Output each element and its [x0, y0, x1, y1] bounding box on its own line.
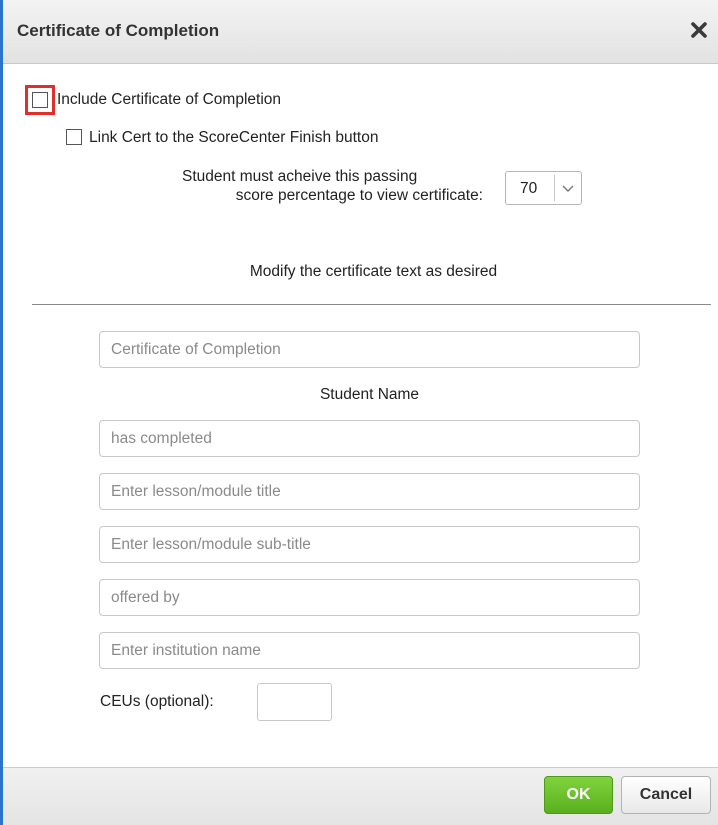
certificate-dialog: Certificate of Completion Include Certif…: [0, 0, 718, 825]
certificate-title-input[interactable]: [99, 331, 640, 368]
link-cert-checkbox[interactable]: [66, 129, 82, 145]
passing-score-select[interactable]: 70: [505, 171, 582, 205]
dialog-footer: OK Cancel: [3, 767, 718, 825]
student-name-label: Student Name: [319, 386, 420, 403]
ceus-label: CEUs (optional):: [100, 693, 214, 710]
has-completed-input[interactable]: [99, 420, 640, 457]
offered-by-input[interactable]: [99, 579, 640, 616]
lesson-subtitle-input[interactable]: [99, 526, 640, 563]
ceus-input[interactable]: [257, 683, 332, 721]
section-divider: [32, 304, 711, 305]
link-cert-label: Link Cert to the ScoreCenter Finish butt…: [89, 129, 379, 146]
select-divider: [554, 175, 555, 201]
modify-instructions: Modify the certificate text as desired: [249, 263, 498, 280]
ok-button[interactable]: OK: [544, 776, 613, 814]
passing-score-value: 70: [520, 180, 538, 197]
passing-score-label: Student must acheive this passing score …: [153, 167, 483, 205]
include-certificate-checkbox[interactable]: [32, 92, 48, 108]
cancel-button[interactable]: Cancel: [621, 776, 711, 814]
passing-score-line-1: Student must acheive this passing: [182, 168, 418, 185]
lesson-title-input[interactable]: [99, 473, 640, 510]
include-certificate-label: Include Certificate of Completion: [57, 91, 282, 108]
passing-score-line-2: score percentage to view certificate:: [235, 187, 483, 204]
institution-name-input[interactable]: [99, 632, 640, 669]
dialog-titlebar: Certificate of Completion: [3, 0, 718, 64]
chevron-down-icon: [559, 180, 577, 196]
dialog-title: Certificate of Completion: [17, 21, 220, 40]
close-icon[interactable]: [688, 19, 710, 41]
